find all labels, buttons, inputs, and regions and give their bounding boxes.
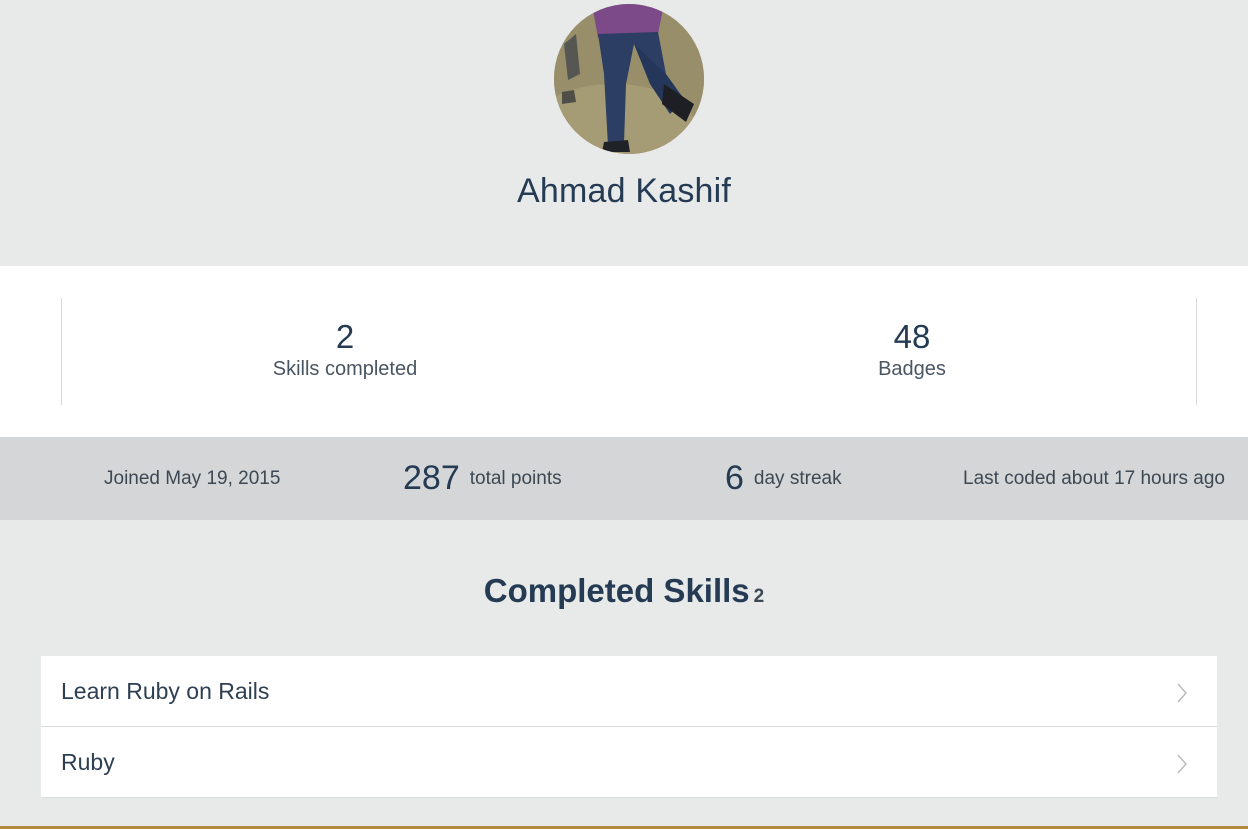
chevron-right-icon xyxy=(1177,683,1188,703)
badges-stat[interactable]: 48 Badges xyxy=(762,318,1062,382)
skill-name: Learn Ruby on Rails xyxy=(61,677,270,704)
skills-completed-count: 2 xyxy=(335,318,355,355)
chevron-right-icon xyxy=(1177,754,1188,774)
avatar xyxy=(554,4,704,154)
completed-skills-title: Completed Skills xyxy=(483,572,750,609)
profile-header: Ahmad Kashif xyxy=(0,0,1248,266)
stats-panel: 2 Skills completed 48 Badges xyxy=(0,266,1248,437)
day-streak: 6 day streak xyxy=(725,437,842,520)
skills-completed-label: Skills completed xyxy=(272,358,418,380)
completed-skills-count: 2 xyxy=(753,586,765,607)
total-points: 287 total points xyxy=(403,437,562,520)
badges-count: 48 xyxy=(893,318,931,355)
skill-name: Ruby xyxy=(61,748,115,775)
last-coded-text: Last coded about 17 hours ago xyxy=(963,467,1225,489)
list-item[interactable]: Ruby xyxy=(41,727,1217,798)
profile-name: Ahmad Kashif xyxy=(516,172,732,210)
badges-label: Badges xyxy=(878,358,946,380)
list-item[interactable]: Learn Ruby on Rails xyxy=(41,656,1217,727)
joined-text: Joined May 19, 2015 xyxy=(104,467,281,489)
completed-skills-list: Learn Ruby on Rails Ruby xyxy=(41,656,1217,798)
streak-label: day streak xyxy=(753,467,842,489)
stats-box: 2 Skills completed 48 Badges xyxy=(61,298,1197,405)
last-coded: Last coded about 17 hours ago xyxy=(963,437,1225,520)
points-value: 287 xyxy=(403,459,460,497)
points-label: total points xyxy=(469,467,562,489)
skills-completed-stat: 2 Skills completed xyxy=(195,318,495,382)
completed-skills-heading: Completed Skills 2 xyxy=(0,572,1248,610)
joined-date: Joined May 19, 2015 xyxy=(104,437,280,520)
summary-bar: Joined May 19, 2015 287 total points 6 d… xyxy=(0,437,1248,520)
streak-value: 6 xyxy=(725,459,744,497)
